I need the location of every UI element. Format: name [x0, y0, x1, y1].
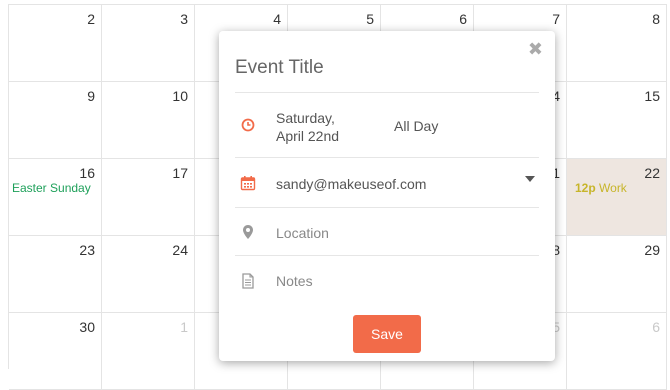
close-icon[interactable]: ✖ — [528, 39, 543, 60]
day-number: 30 — [79, 319, 95, 335]
notes-input[interactable]: Notes — [276, 273, 313, 289]
day-number: 22 — [644, 165, 660, 181]
event-easter-sunday[interactable]: Easter Sunday — [12, 181, 91, 195]
day-number: 10 — [172, 88, 188, 104]
day-cell[interactable]: 16 Easter Sunday — [9, 159, 102, 236]
day-number: 16 — [79, 165, 95, 181]
save-button[interactable]: Save — [353, 315, 421, 353]
document-icon — [239, 272, 257, 290]
day-cell[interactable]: 8 — [567, 5, 667, 82]
calendar-icon — [239, 174, 257, 192]
day-number: 15 — [644, 88, 660, 104]
day-cell[interactable]: 24 — [102, 236, 195, 313]
day-cell[interactable]: 23 — [9, 236, 102, 313]
day-cell[interactable]: 15 — [567, 82, 667, 159]
day-cell[interactable]: 29 — [567, 236, 667, 313]
event-work[interactable]: 12p Work — [575, 181, 627, 195]
clock-icon — [239, 116, 257, 134]
new-event-modal: ✖ Event Title Saturday, April 22nd All D… — [219, 31, 555, 361]
day-cell[interactable]: 2 — [9, 5, 102, 82]
day-number: 3 — [180, 11, 188, 27]
divider — [235, 255, 539, 256]
day-number: 6 — [459, 11, 467, 27]
event-label: Work — [599, 181, 627, 195]
divider — [235, 92, 539, 93]
day-cell[interactable]: 9 — [9, 82, 102, 159]
day-cell[interactable]: 30 — [9, 313, 102, 390]
day-number: 4 — [273, 11, 281, 27]
day-number: 8 — [652, 11, 660, 27]
day-number: 2 — [87, 11, 95, 27]
day-cell[interactable]: 17 — [102, 159, 195, 236]
day-number: 9 — [87, 88, 95, 104]
day-cell[interactable]: 3 — [102, 5, 195, 82]
event-date-day: April 22nd — [276, 128, 340, 144]
day-cell[interactable]: 1 — [102, 313, 195, 390]
day-number: 29 — [644, 242, 660, 258]
location-input[interactable]: Location — [276, 225, 329, 241]
event-date-weekday: Saturday, — [276, 110, 335, 126]
day-cell[interactable]: 6 — [567, 313, 667, 390]
calendar-account-select[interactable]: sandy@makeuseof.com — [276, 176, 426, 192]
chevron-down-icon[interactable] — [525, 176, 535, 182]
event-title-input[interactable]: Event Title — [235, 57, 324, 79]
day-cell[interactable]: 10 — [102, 82, 195, 159]
divider — [235, 157, 539, 158]
day-number: 7 — [552, 11, 560, 27]
event-date[interactable]: Saturday, April 22nd — [276, 109, 339, 145]
divider — [235, 207, 539, 208]
day-number: 23 — [79, 242, 95, 258]
day-number: 6 — [652, 319, 660, 335]
all-day-toggle[interactable]: All Day — [394, 118, 438, 134]
day-number: 1 — [180, 319, 188, 335]
day-number: 5 — [366, 11, 374, 27]
location-pin-icon — [239, 223, 257, 241]
day-number: 17 — [172, 165, 188, 181]
event-time: 12p — [575, 181, 596, 195]
day-number: 24 — [172, 242, 188, 258]
day-cell-selected[interactable]: 22 12p Work — [567, 159, 667, 236]
